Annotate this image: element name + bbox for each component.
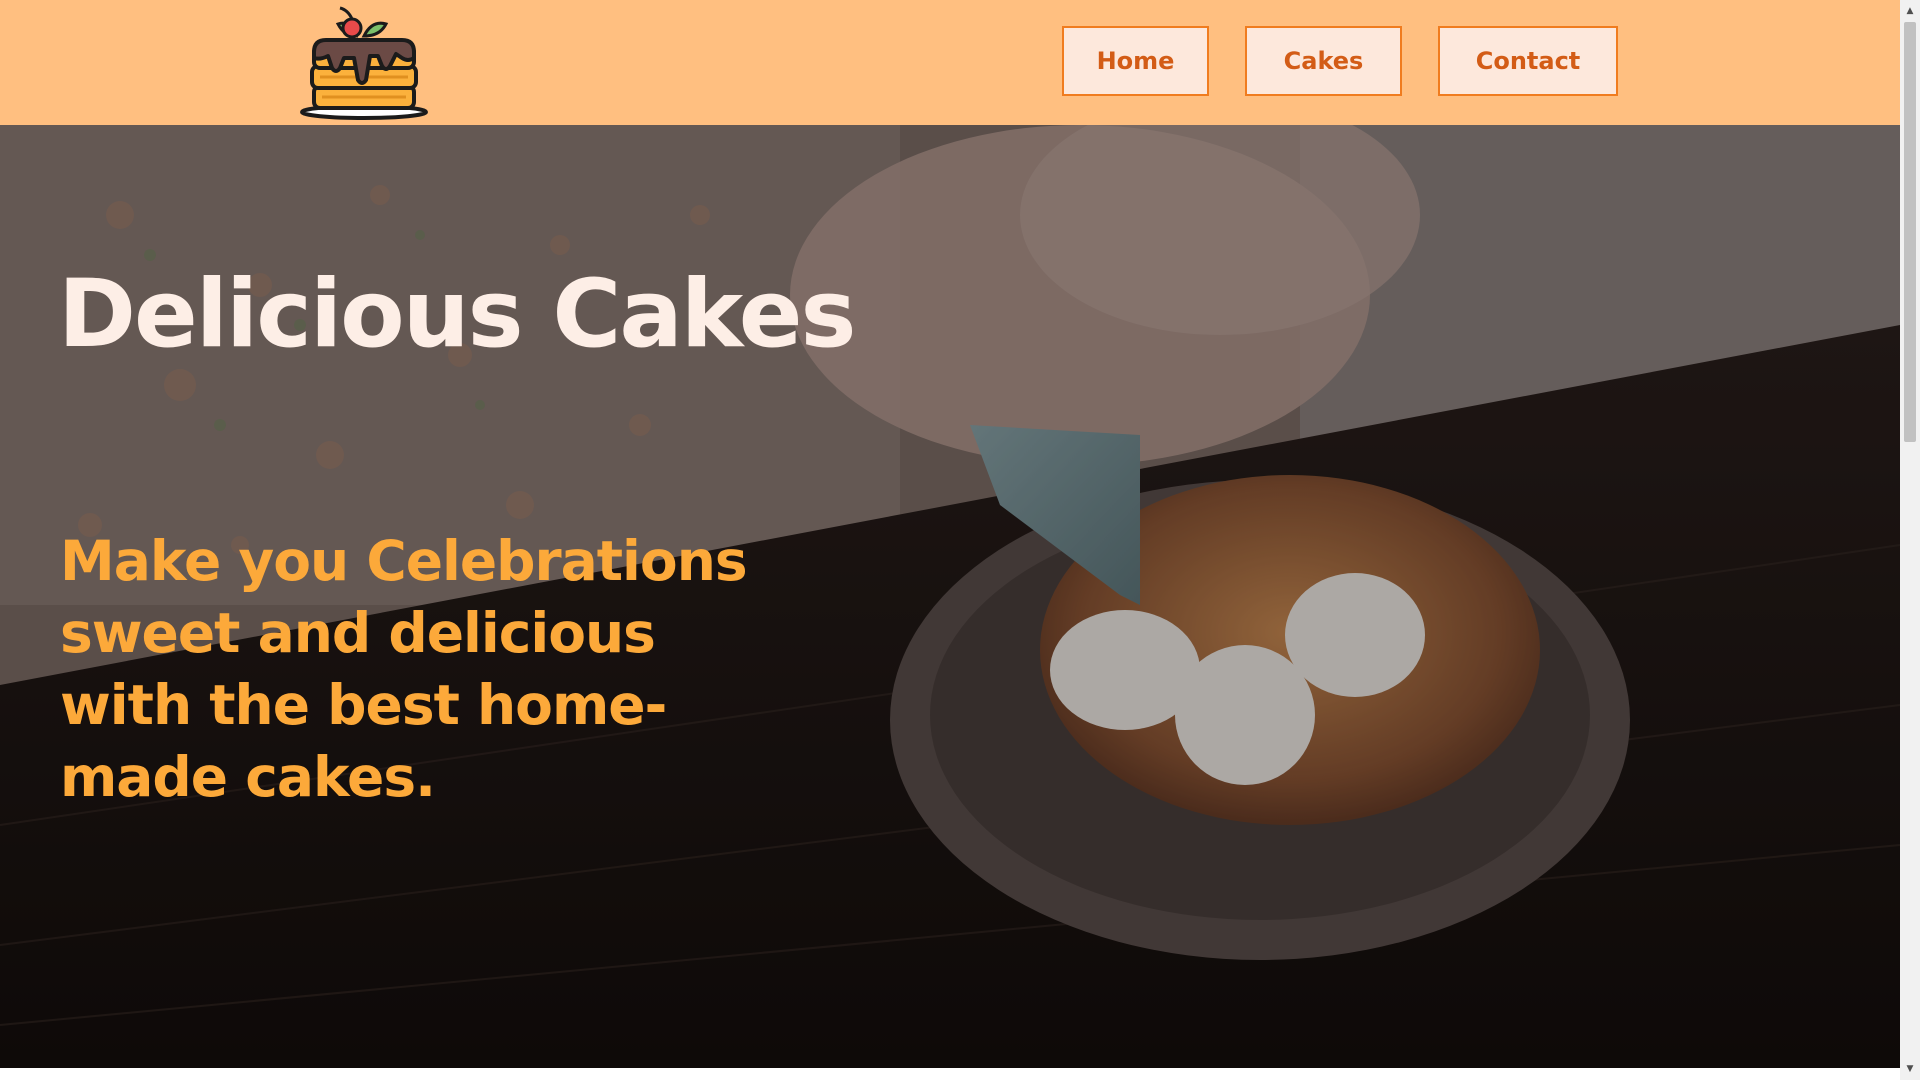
page-bottom-edge <box>0 1068 1900 1080</box>
hero-title: Delicious Cakes <box>58 260 856 369</box>
scrollbar-thumb[interactable] <box>1904 22 1916 442</box>
nav-home-button[interactable]: Home <box>1062 26 1209 96</box>
site-header: Home Cakes Contact <box>0 0 1900 125</box>
page-viewport: Home Cakes Contact Delicious Cakes Make … <box>0 0 1900 1068</box>
hero-section: Delicious Cakes Make you Celebrations sw… <box>0 125 1900 1068</box>
nav-cakes-button[interactable]: Cakes <box>1245 26 1402 96</box>
scroll-up-arrow-icon[interactable]: ▲ <box>1900 2 1920 20</box>
scroll-down-arrow-icon[interactable]: ▼ <box>1900 1060 1920 1078</box>
hero-tagline: Make you Celebrations sweet and deliciou… <box>60 529 748 809</box>
vertical-scrollbar[interactable]: ▲ ▼ <box>1900 0 1920 1080</box>
cake-logo-icon[interactable] <box>300 6 428 120</box>
nav-contact-button[interactable]: Contact <box>1438 26 1618 96</box>
